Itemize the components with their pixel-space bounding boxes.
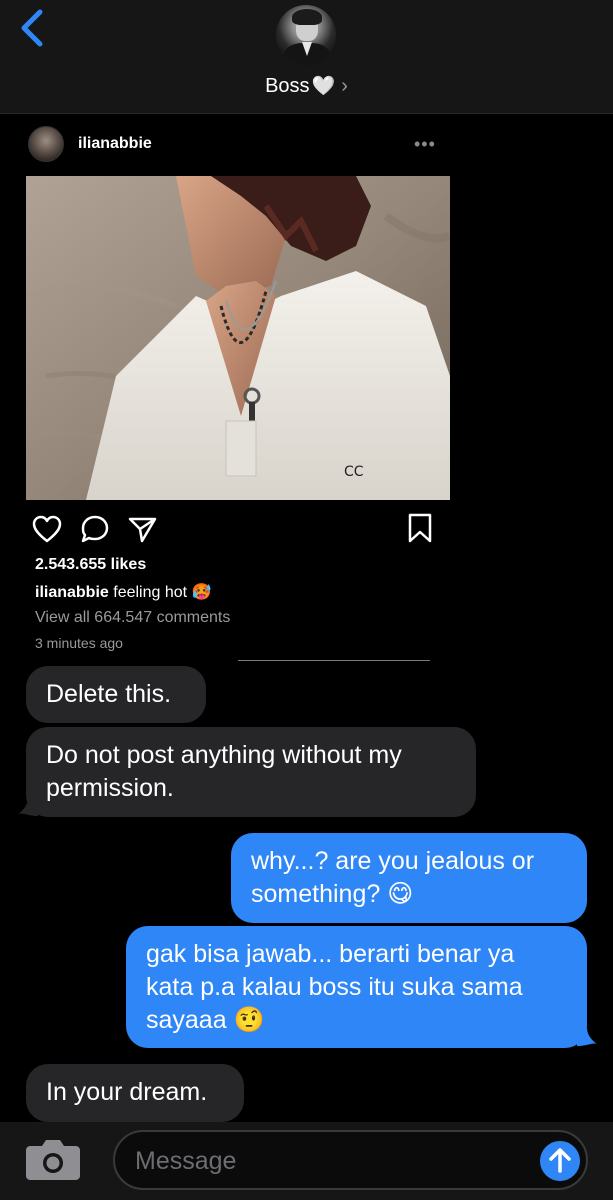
post-divider (238, 660, 430, 661)
contact-avatar[interactable] (276, 5, 336, 65)
caption-username[interactable]: ilianabbie (35, 584, 109, 601)
message-line: Do not post anything without my (46, 741, 402, 769)
message-line: why...? are you jealous or (251, 847, 535, 875)
post-avatar[interactable] (28, 126, 64, 162)
message-bubble-outgoing[interactable]: gak bisa jawab... berarti benar ya kata … (126, 926, 587, 1048)
likes-count[interactable]: 2.543.655 likes (35, 556, 146, 574)
photo-illustration: CC (26, 176, 450, 500)
view-comments-link[interactable]: View all 664.547 comments (35, 609, 230, 627)
message-line: Delete this. (46, 680, 172, 708)
post-username[interactable]: ilianabbie (78, 135, 152, 153)
svg-text:CC: CC (344, 464, 364, 480)
post-header: ilianabbie ••• (28, 126, 438, 162)
bookmark-icon[interactable] (407, 513, 433, 543)
back-button[interactable] (18, 8, 48, 48)
message-input[interactable] (135, 1142, 515, 1180)
caption-text: feeling hot 🥵 (108, 584, 212, 601)
message-input-bar (0, 1122, 613, 1200)
comment-icon[interactable] (80, 515, 110, 543)
post-photo[interactable]: CC (26, 176, 450, 500)
message-line: kata p.a kalau boss itu suka sama (146, 973, 523, 1001)
camera-icon (26, 1140, 80, 1180)
chevron-right-icon: › (341, 75, 348, 97)
more-options-icon[interactable]: ••• (414, 134, 436, 155)
message-line: In your dream. (46, 1078, 208, 1106)
message-field[interactable] (113, 1130, 588, 1190)
camera-button[interactable] (26, 1136, 80, 1180)
white-heart-emoji: 🤍 (311, 76, 336, 97)
send-button[interactable] (540, 1141, 580, 1181)
heart-icon[interactable] (32, 515, 62, 543)
message-bubble-incoming[interactable]: In your dream. (26, 1064, 244, 1122)
message-bubble-incoming[interactable]: Do not post anything without my permissi… (26, 727, 476, 817)
message-line: something? 😋 (251, 880, 414, 908)
post-caption: ilianabbie feeling hot 🥵 (35, 582, 211, 602)
message-bubble-incoming[interactable]: Delete this. (26, 666, 206, 723)
contact-name: Boss (265, 75, 310, 97)
message-line: sayaaa 🤨 (146, 1006, 265, 1034)
conversation-header: Boss 🤍 › (0, 0, 613, 114)
messages-screen: Boss 🤍 › ilianabbie ••• CC 2.543.655 lik… (0, 0, 613, 1200)
send-icon[interactable] (128, 515, 158, 543)
post-timestamp: 3 minutes ago (35, 635, 123, 651)
message-bubble-outgoing[interactable]: why...? are you jealous or something? 😋 (231, 833, 587, 923)
message-line: permission. (46, 774, 174, 802)
contact-name-button[interactable]: Boss 🤍 › (0, 74, 613, 98)
arrow-up-icon (549, 1148, 571, 1173)
chevron-left-icon (21, 9, 43, 47)
message-line: gak bisa jawab... berarti benar ya (146, 940, 515, 968)
